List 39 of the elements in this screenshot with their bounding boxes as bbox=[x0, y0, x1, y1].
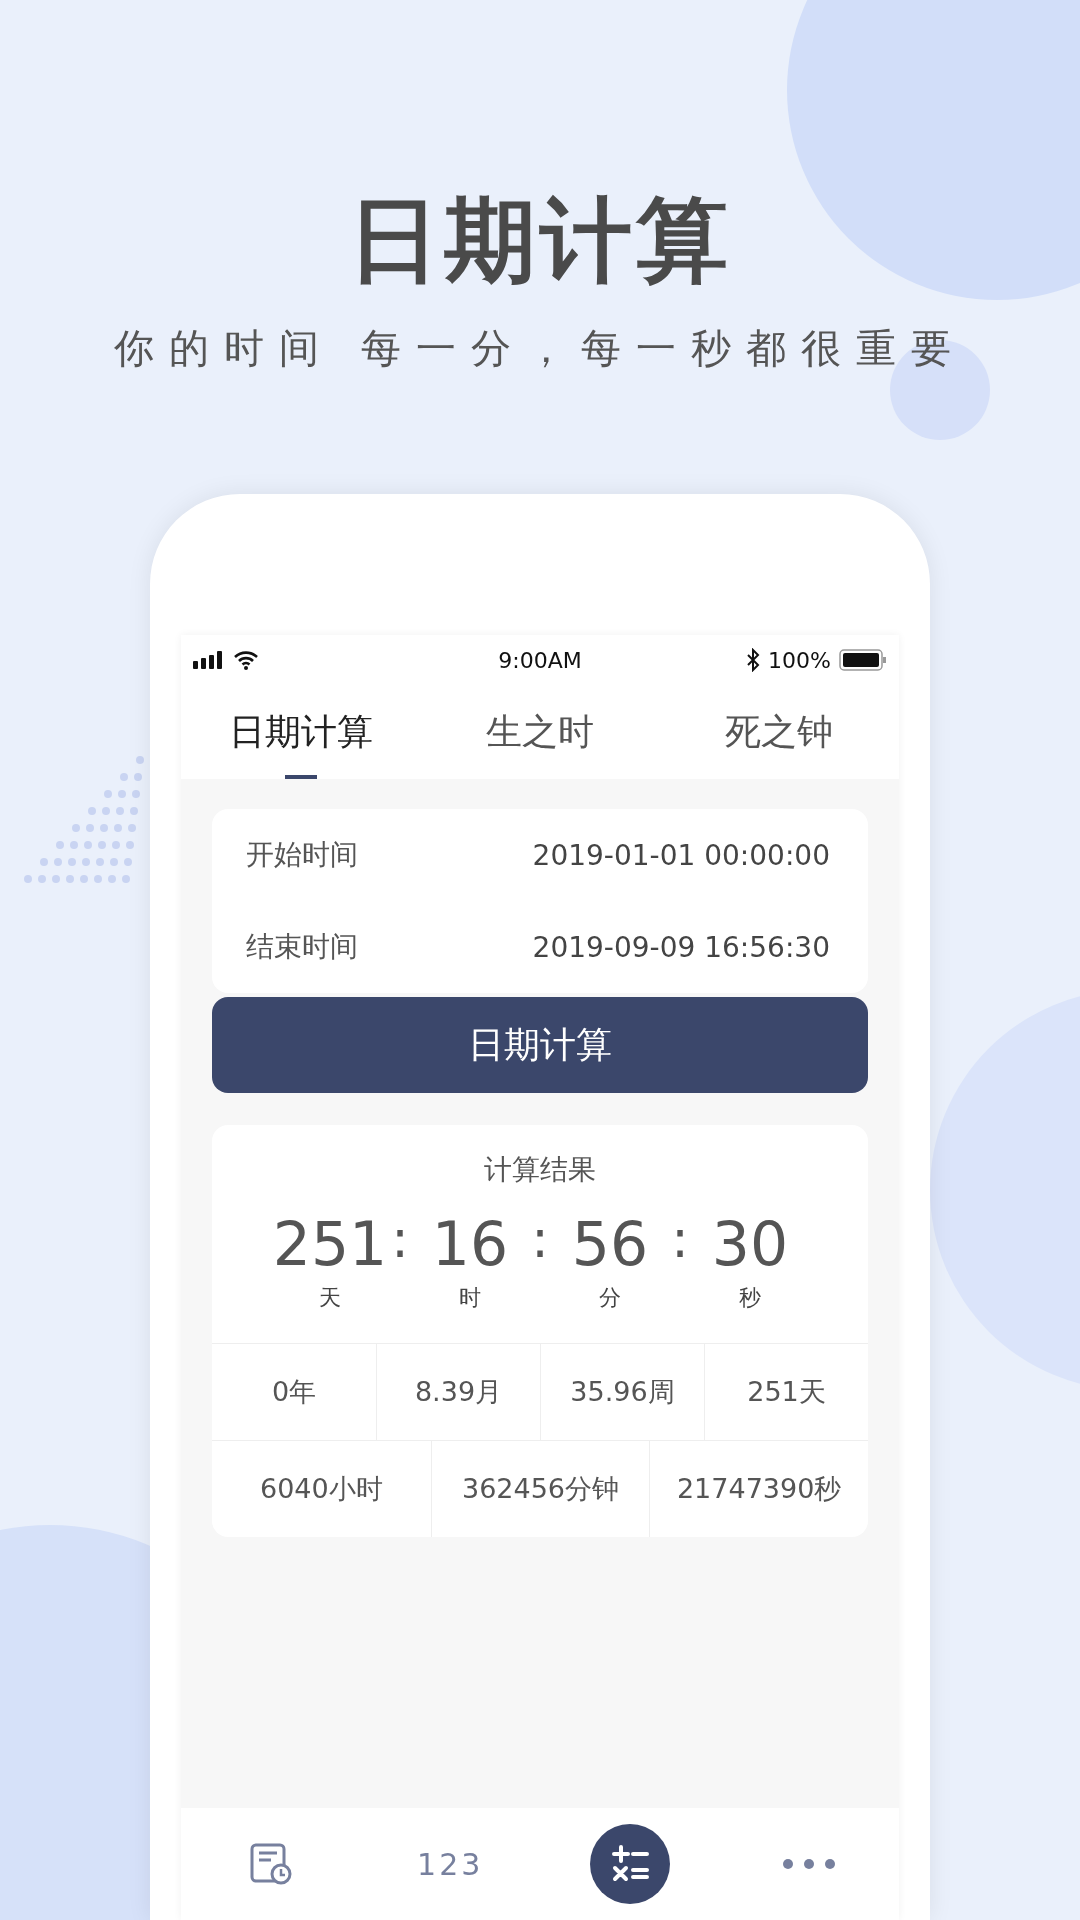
tagline: 你的时间 每一分，每一秒都很重要 bbox=[113, 324, 967, 374]
result-cell: 35.96周 bbox=[540, 1344, 704, 1441]
result-cell: 8.39月 bbox=[376, 1344, 540, 1441]
counter-value: 251 bbox=[272, 1211, 388, 1278]
date-field[interactable]: 2019-09-09 16:56:30 bbox=[532, 930, 830, 964]
counter-unit: 天 bbox=[319, 1284, 341, 1313]
result-cell: 362456分钟 bbox=[430, 1441, 650, 1538]
document-clock-icon bbox=[249, 1843, 292, 1885]
wifi-icon bbox=[233, 650, 259, 671]
tab[interactable]: 日期计算 bbox=[181, 685, 421, 780]
more-icon bbox=[782, 1858, 837, 1870]
nav-numbers[interactable]: 123 bbox=[410, 1824, 491, 1904]
separator: : bbox=[390, 1211, 410, 1269]
result-cell-text: 0年 bbox=[270, 1375, 318, 1410]
result-cell: 21747390秒 bbox=[649, 1441, 868, 1538]
status-time: 9:00AM bbox=[498, 647, 582, 673]
tab[interactable]: 生之时 bbox=[420, 685, 660, 780]
separator: : bbox=[530, 1211, 550, 1269]
field-label: 开始时间 bbox=[246, 837, 358, 874]
headline: 日期计算 bbox=[348, 190, 732, 292]
field-label: 结束时间 bbox=[246, 929, 358, 966]
calculator-icon bbox=[609, 1844, 650, 1884]
signal-icon bbox=[193, 651, 225, 670]
counter-value: 56 bbox=[571, 1211, 649, 1278]
result-cell-text: 6040小时 bbox=[258, 1472, 384, 1507]
date-field[interactable]: 2019-01-01 00:00:00 bbox=[532, 838, 830, 872]
counter-value: 16 bbox=[431, 1211, 509, 1278]
battery-percent: 100% bbox=[768, 647, 831, 673]
counter-unit: 时 bbox=[459, 1284, 481, 1313]
result-title: 计算结果 bbox=[483, 1152, 597, 1189]
battery-icon bbox=[839, 649, 887, 672]
counter-value: 30 bbox=[711, 1211, 789, 1278]
result-cell: 251天 bbox=[704, 1344, 868, 1441]
separator: : bbox=[670, 1211, 690, 1269]
bluetooth-icon bbox=[746, 648, 761, 673]
calculate-button[interactable]: 日期计算 bbox=[212, 997, 868, 1094]
counter-unit: 分 bbox=[599, 1284, 621, 1313]
tab[interactable]: 死之钟 bbox=[659, 685, 899, 780]
counter-unit: 秒 bbox=[739, 1284, 761, 1313]
